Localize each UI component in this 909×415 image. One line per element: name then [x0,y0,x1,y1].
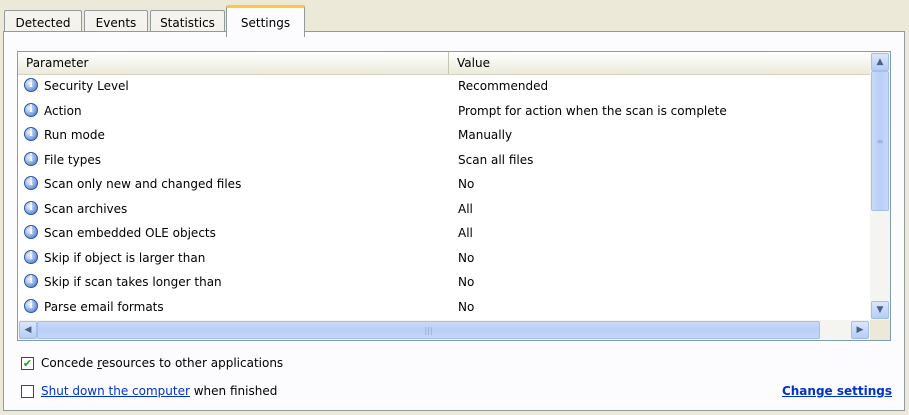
parameter-cell: Scan archives [44,201,128,216]
grip-icon: ≡ [876,136,884,146]
shutdown-link[interactable]: Shut down the computer [41,384,190,398]
settings-panel: Parameter Value i Security Level Recommend… [3,31,905,411]
value-cell: Scan all files [458,152,534,167]
info-icon: i [24,151,38,166]
chevron-right-icon: ▶ [856,325,864,335]
table-row[interactable]: i Scan only new and changed files No [18,172,870,197]
info-icon: i [24,225,38,239]
info-icon: i [24,298,38,313]
shutdown-label: when finished [189,384,278,398]
change-settings-link[interactable]: Change settings [782,382,892,400]
scroll-down-button[interactable]: ▼ [871,301,889,319]
chevron-up-icon: ▲ [876,57,884,67]
value-cell: No [458,299,475,314]
table-row[interactable]: i File types Scan all files [18,148,870,173]
table-row[interactable]: i Skip if object is larger than No [18,246,870,271]
scroll-right-button[interactable]: ▶ [851,321,869,339]
vertical-scroll-thumb[interactable]: ≡ [871,71,889,211]
grip-icon: ||| [424,325,433,335]
table-row[interactable]: i Scan embedded OLE objects All [18,221,870,246]
parameter-cell: File types [44,152,101,167]
info-icon: i [24,176,38,190]
table-row[interactable]: i Run mode Manually [18,123,870,148]
parameter-cell: Parse email formats [44,299,164,314]
info-icon: i [24,274,38,288]
parameter-cell: Skip if scan takes longer than [44,275,222,289]
table-row[interactable]: i Security Level Recommended [18,74,870,99]
parameter-cell: Scan only new and changed files [44,177,242,191]
table-row[interactable]: i Action Prompt for action when the scan i… [18,99,870,124]
scroll-up-button[interactable]: ▲ [871,53,889,71]
value-cell: All [458,226,473,240]
vertical-scrollbar[interactable]: ▲ ≡ ▼ [870,52,890,320]
list-rows: i Security Level Recommended i Action Prompt … [18,74,870,320]
parameter-cell: Run mode [44,128,105,142]
shutdown-option[interactable]: Shut down the computer when finished [21,382,277,400]
tab-label: Statistics [160,15,215,30]
value-cell: Prompt for action when the scan is compl… [458,103,727,118]
horizontal-scroll-thumb[interactable]: ||| [37,321,820,339]
info-icon: i [24,102,38,117]
tab-label: Events [95,15,137,30]
tab-settings[interactable]: Settings [226,5,305,37]
value-cell: No [458,250,475,265]
table-row[interactable]: i Parse email formats No [18,295,870,320]
info-icon: i [24,78,38,92]
value-cell: Manually [458,128,513,142]
parameter-cell: Action [44,103,82,118]
concede-resources-label[interactable]: Concede resources to other applications [41,356,283,370]
column-header-parameter[interactable]: Parameter [18,52,448,74]
parameter-cell: Scan embedded OLE objects [44,226,216,240]
list-header: Parameter Value [18,52,870,75]
info-icon: i [24,200,38,215]
tab-label: Detected [15,15,71,30]
shutdown-checkbox[interactable] [21,384,34,398]
info-icon: i [24,249,38,264]
table-row[interactable]: i Scan archives All [18,197,870,222]
value-cell: No [458,275,475,289]
settings-list[interactable]: Parameter Value i Security Level Recommend… [17,51,891,341]
checkmark-icon: ✔ [22,356,33,370]
parameter-cell: Security Level [44,79,129,93]
concede-resources-checkbox[interactable]: ✔ [21,356,34,370]
info-icon: i [24,127,38,141]
parameter-cell: Skip if object is larger than [44,250,206,265]
horizontal-scrollbar[interactable]: ◀ ||| ▶ [18,320,870,340]
scroll-left-button[interactable]: ◀ [19,321,37,339]
chevron-left-icon: ◀ [24,325,32,335]
tab-label: Settings [240,15,291,30]
concede-resources-option[interactable]: ✔ Concede resources to other application… [21,354,283,372]
table-row[interactable]: i Skip if scan takes longer than No [18,270,870,295]
scrollbar-corner [870,320,890,340]
value-cell: All [458,201,473,216]
value-cell: Recommended [458,79,549,93]
column-header-value[interactable]: Value [448,52,870,74]
chevron-down-icon: ▼ [876,305,884,315]
value-cell: No [458,177,475,191]
